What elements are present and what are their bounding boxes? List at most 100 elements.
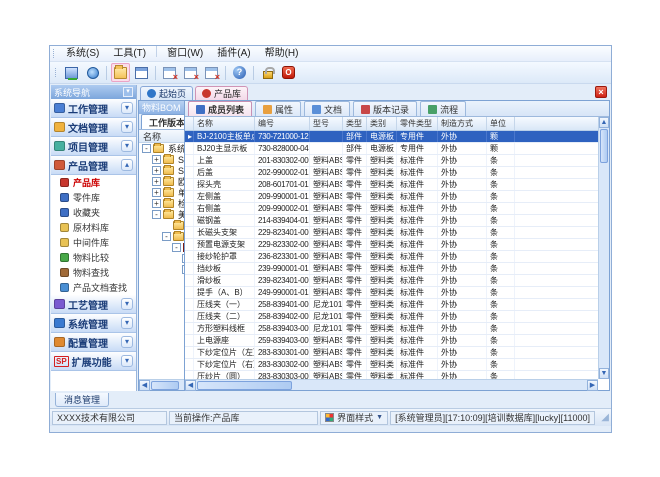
tree-hscroll-thumb[interactable]: [151, 381, 179, 390]
tab-产品库[interactable]: 产品库: [195, 86, 248, 100]
chevron-down-icon[interactable]: ▾: [121, 298, 133, 310]
globe-icon-button[interactable]: [83, 63, 102, 82]
sidebar-group-项目管理[interactable]: 项目管理▾: [51, 137, 136, 156]
expand-icon[interactable]: +: [152, 166, 161, 175]
table-row[interactable]: 预置电源支架229-823302-00I塑料ABS零件塑料类标准件外协条: [185, 239, 598, 251]
column-header-制造方式[interactable]: 制造方式: [438, 117, 487, 130]
sidebar-group-文档管理[interactable]: 文档管理▾: [51, 118, 136, 137]
column-header-零件类型[interactable]: 零件类型: [397, 117, 438, 130]
table-horizontal-scrollbar[interactable]: ◀ ▶: [185, 379, 598, 390]
tab-版本记录[interactable]: 版本记录: [353, 101, 417, 116]
table-scroll-thumb[interactable]: [600, 129, 608, 163]
menu-item-2[interactable]: 工具(T): [106, 46, 153, 61]
help-icon-button[interactable]: ?: [230, 63, 249, 82]
table-row[interactable]: 磁钢盖214-839404-01I塑料ABS零件塑料类标准件外协条: [185, 215, 598, 227]
folder-window-icon-button[interactable]: [111, 63, 130, 82]
expand-icon[interactable]: +: [152, 199, 161, 208]
collapse-icon[interactable]: -: [142, 144, 151, 153]
layout-window-icon-button[interactable]: [132, 63, 151, 82]
chevron-down-icon[interactable]: ▾: [121, 121, 133, 133]
table-row[interactable]: 提手（A、B）249-990001-01I塑料ABS零件塑料类标准件外协条: [185, 287, 598, 299]
close-tab-icon[interactable]: ×: [595, 86, 607, 98]
close-window-icon-1-button[interactable]: [160, 63, 179, 82]
chevron-down-icon[interactable]: ▾: [121, 102, 133, 114]
table-row[interactable]: ▸BJ-2100主板单点730-721000-12I部件电源板专用件外协颗: [185, 131, 598, 143]
message-panel-tab[interactable]: 消息管理: [55, 393, 109, 407]
table-row[interactable]: 探头壳208-601701-01I塑料ABS零件塑料类标准件外协条: [185, 179, 598, 191]
chevron-up-icon[interactable]: ▴: [121, 159, 133, 171]
ui-style-selector[interactable]: 界面样式 ▼: [320, 411, 388, 425]
scroll-left-icon[interactable]: ◀: [139, 380, 150, 391]
tab-属性[interactable]: 属性: [255, 101, 301, 116]
sidebar-group-工作管理[interactable]: 工作管理▾: [51, 99, 136, 118]
table-row[interactable]: 上电源座259-839403-00I塑料ABS零件塑料类标准件外协条: [185, 335, 598, 347]
table-row[interactable]: 右侧盖209-990002-01I塑料ABS零件塑料类标准件外协条: [185, 203, 598, 215]
column-header-型号[interactable]: 型号: [310, 117, 343, 130]
chevron-down-icon[interactable]: ▾: [121, 355, 133, 367]
sidebar-group-系统管理[interactable]: 系统管理▾: [51, 314, 136, 333]
table-row[interactable]: 压线夹（一）258-839401-00I尼龙1010零件塑料类标准件外协条: [185, 299, 598, 311]
table-row[interactable]: 后盖202-990002-01I塑料ABS零件塑料类标准件外协条: [185, 167, 598, 179]
sidebar-item-原材料库[interactable]: 原材料库: [51, 220, 136, 235]
chevron-down-icon[interactable]: ▾: [121, 317, 133, 329]
resize-grip[interactable]: ◢: [597, 411, 609, 425]
tab-文档[interactable]: 文档: [304, 101, 350, 116]
expand-icon[interactable]: +: [152, 177, 161, 186]
sidebar-item-收藏夹[interactable]: 收藏夹: [51, 205, 136, 220]
table-row[interactable]: 上盖201-830302-00I塑料ABS零件塑料类标准件外协条: [185, 155, 598, 167]
scroll-left-icon[interactable]: ◀: [185, 380, 196, 391]
tab-成员列表[interactable]: 成员列表: [188, 101, 252, 116]
sidebar-group-扩展功能[interactable]: SP扩展功能▾: [51, 352, 136, 371]
menu-item-5[interactable]: 帮助(H): [258, 46, 306, 61]
shutdown-icon-button[interactable]: O: [279, 63, 298, 82]
sidebar-group-配置管理[interactable]: 配置管理▾: [51, 333, 136, 352]
scroll-down-icon[interactable]: ▼: [599, 368, 609, 379]
sidebar-item-物料比较[interactable]: 物料比较: [51, 250, 136, 265]
sidebar-group-工艺管理[interactable]: 工艺管理▾: [51, 295, 136, 314]
table-row[interactable]: 下纱定位片（左）283-830301-00I塑料ABS零件塑料类标准件外协条: [185, 347, 598, 359]
sidebar-item-零件库[interactable]: 零件库: [51, 190, 136, 205]
table-vertical-scrollbar[interactable]: ▲ ▼: [598, 117, 609, 379]
column-header-名称[interactable]: 名称: [194, 117, 255, 130]
column-header-类型[interactable]: 类型: [343, 117, 367, 130]
sidebar-group-产品管理[interactable]: 产品管理▴: [51, 156, 136, 175]
collapse-icon[interactable]: -: [172, 243, 181, 252]
table-row[interactable]: 挡纱板239-990001-01I塑料ABS零件塑料类标准件外协条: [185, 263, 598, 275]
column-header-indicator[interactable]: [185, 117, 194, 130]
table-row[interactable]: 压纱片（圆）283-830303-00I塑料ABS零件塑料类标准件外协条: [185, 371, 598, 379]
menu-item-1[interactable]: 系统(S): [59, 46, 106, 61]
menu-item-4[interactable]: 插件(A): [210, 46, 257, 61]
table-row[interactable]: 接纱轮护罩236-823301-00I塑料ABS零件塑料类标准件外协条: [185, 251, 598, 263]
close-window-icon-2-button[interactable]: [181, 63, 200, 82]
chevron-down-icon[interactable]: ▾: [121, 140, 133, 152]
sync-monitor-icon-button[interactable]: [62, 63, 81, 82]
expand-icon[interactable]: +: [152, 188, 161, 197]
lock-icon-button[interactable]: [258, 63, 277, 82]
table-row[interactable]: 压线夹（二）258-839402-00I尼龙1010零件塑料类标准件外协条: [185, 311, 598, 323]
sidebar-options-icon[interactable]: ▾: [123, 87, 133, 97]
close-window-icon-3-button[interactable]: [202, 63, 221, 82]
sidebar-item-产品文档查找[interactable]: 产品文档查找: [51, 280, 136, 295]
table-row[interactable]: 左侧盖209-990001-01I塑料ABS零件塑料类标准件外协条: [185, 191, 598, 203]
table-row[interactable]: 方形塑料线框258-839403-00I尼龙1010零件塑料类标准件外协条: [185, 323, 598, 335]
collapse-icon[interactable]: -: [162, 232, 171, 241]
expand-icon[interactable]: +: [152, 155, 161, 164]
column-header-类别[interactable]: 类别: [367, 117, 397, 130]
tab-流程[interactable]: 流程: [420, 101, 466, 116]
column-header-单位[interactable]: 单位: [487, 117, 515, 130]
table-row[interactable]: 下纱定位片（右）283-830302-00I塑料ABS零件塑料类标准件外协条: [185, 359, 598, 371]
table-hscroll-thumb[interactable]: [197, 381, 292, 390]
scroll-up-icon[interactable]: ▲: [599, 117, 609, 128]
sidebar-item-物料查找[interactable]: 物料查找: [51, 265, 136, 280]
chevron-down-icon[interactable]: ▾: [121, 336, 133, 348]
column-header-编号[interactable]: 编号: [255, 117, 310, 130]
sidebar-item-产品库[interactable]: 产品库: [51, 175, 136, 190]
tab-起始页[interactable]: 起始页: [140, 86, 193, 100]
table-row[interactable]: BJ20主显示板730-828000-04I部件电源板专用件外协颗: [185, 143, 598, 155]
menu-item-3[interactable]: 窗口(W): [160, 46, 210, 61]
sidebar-item-中间件库[interactable]: 中间件库: [51, 235, 136, 250]
table-row[interactable]: 滑纱板239-823401-00I塑料ABS零件塑料类标准件外协条: [185, 275, 598, 287]
collapse-icon[interactable]: -: [152, 210, 161, 219]
scroll-right-icon[interactable]: ▶: [587, 380, 598, 391]
table-row[interactable]: 长磁头支架229-823401-00I塑料ABS零件塑料类标准件外协条: [185, 227, 598, 239]
